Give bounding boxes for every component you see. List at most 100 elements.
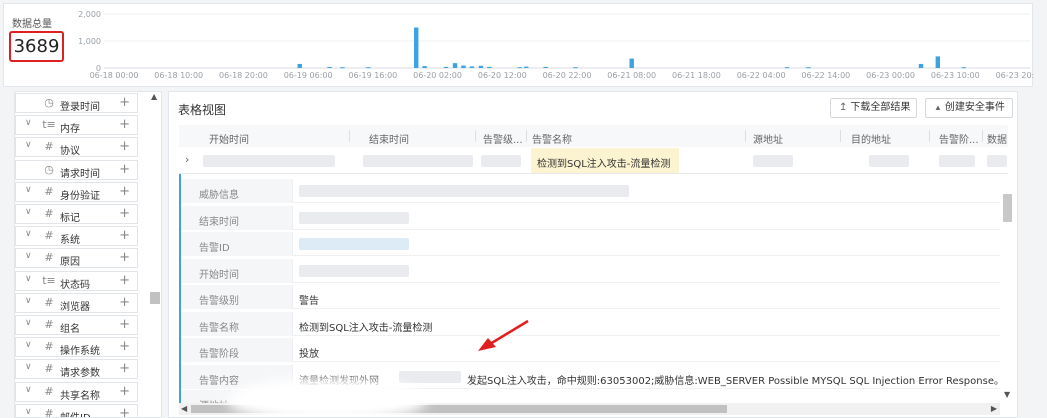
field-list-item[interactable]: ∨ # 操作系统 +: [15, 337, 138, 358]
field-list-item[interactable]: ◷ 登录时间 +: [15, 93, 138, 113]
chevron-down-icon[interactable]: ∨: [25, 207, 32, 217]
chevron-down-icon[interactable]: ∨: [25, 318, 32, 328]
col-header-data[interactable]: 数据: [987, 131, 1007, 146]
field-name: 请求参数: [60, 368, 100, 380]
add-field-icon[interactable]: +: [119, 184, 130, 199]
field-list-item[interactable]: ∨ # 原因 +: [15, 248, 138, 269]
add-field-icon[interactable]: +: [119, 228, 130, 243]
histogram-bar[interactable]: [422, 66, 427, 68]
scroll-right-icon[interactable]: ▶: [991, 404, 997, 413]
scrollbar-thumb[interactable]: [150, 292, 160, 304]
chevron-down-icon[interactable]: ∨: [25, 140, 32, 150]
y-tick-label: 1,000: [78, 37, 101, 46]
col-header-alert-name[interactable]: 告警名称: [532, 131, 572, 146]
add-field-icon[interactable]: +: [119, 384, 130, 399]
add-field-icon[interactable]: +: [119, 95, 130, 110]
detail-value-continued: 发起SQL注入攻击，命中规则:63053002;威胁信息:WEB_SERVER …: [467, 376, 1000, 387]
field-list-item[interactable]: ∨ # 协议 +: [15, 137, 138, 158]
add-field-icon[interactable]: +: [119, 139, 130, 154]
add-field-icon[interactable]: +: [119, 250, 130, 265]
field-list-item[interactable]: ◷ 请求时间 +: [15, 159, 138, 180]
chevron-down-icon[interactable]: ∨: [25, 340, 32, 350]
histogram-bar[interactable]: [918, 63, 924, 68]
histogram-bar[interactable]: [297, 63, 302, 68]
x-tick-label: 06-21 08:00: [607, 71, 656, 80]
col-header-alert-level[interactable]: 告警级...: [483, 131, 523, 146]
col-divider: [475, 130, 476, 142]
scroll-left-icon[interactable]: ◀: [181, 404, 187, 413]
x-tick-label: 06-22 14:00: [801, 71, 850, 80]
add-field-icon[interactable]: +: [119, 317, 130, 332]
col-header-alert-stage[interactable]: 告警阶...: [939, 131, 979, 146]
field-list-item[interactable]: ∨ t≡ 内存 +: [15, 115, 138, 136]
histogram-bar[interactable]: [935, 56, 941, 68]
field-list-item[interactable]: ∨ # 请求参数 +: [15, 359, 138, 380]
field-name: 标记: [60, 213, 80, 224]
field-list-item[interactable]: ∨ # 共享名称 +: [15, 381, 138, 402]
detail-label: 开始时间: [181, 259, 293, 283]
histogram-bar[interactable]: [806, 67, 811, 69]
field-list-item[interactable]: ∨ # 系统 +: [15, 226, 138, 247]
detail-vertical-scrollbar[interactable]: ▼: [1000, 174, 1014, 404]
col-header-source-address[interactable]: 源地址: [753, 131, 783, 146]
x-tick-label: 06-20 22:00: [543, 71, 592, 80]
histogram-bar[interactable]: [469, 66, 475, 68]
histogram-bar[interactable]: [340, 67, 345, 69]
detail-label: 告警级别: [181, 285, 293, 309]
text-type-icon: t≡: [42, 273, 56, 287]
add-field-icon[interactable]: +: [119, 361, 130, 376]
histogram-bar[interactable]: [517, 67, 522, 69]
histogram-bar[interactable]: [573, 67, 578, 69]
add-field-icon[interactable]: +: [119, 273, 130, 288]
histogram-bar[interactable]: [961, 67, 966, 69]
add-field-icon[interactable]: +: [119, 162, 130, 177]
histogram-bar[interactable]: [327, 66, 332, 68]
chevron-down-icon[interactable]: ∨: [25, 229, 32, 239]
histogram-bar[interactable]: [524, 66, 529, 68]
detail-row: 威胁信息: [181, 179, 1000, 203]
field-list-item[interactable]: ∨ # 身份验证 +: [15, 181, 138, 202]
col-header-start-time[interactable]: 开始时间: [209, 131, 249, 146]
chevron-down-icon[interactable]: ∨: [25, 296, 32, 306]
histogram-bar[interactable]: [629, 58, 634, 68]
field-list-item[interactable]: ∨ # 邮件ID +: [15, 403, 138, 417]
add-field-icon[interactable]: +: [119, 339, 130, 354]
add-field-icon[interactable]: +: [119, 406, 130, 417]
histogram-bar[interactable]: [543, 66, 548, 68]
field-list-scrollbar[interactable]: ▲: [148, 92, 161, 417]
chevron-down-icon[interactable]: ∨: [25, 385, 32, 395]
chevron-down-icon[interactable]: ∨: [25, 185, 32, 195]
chevron-down-icon[interactable]: ∨: [25, 362, 32, 372]
field-list-item[interactable]: ∨ # 组名 +: [15, 315, 138, 335]
col-header-end-time[interactable]: 结束时间: [369, 131, 409, 146]
download-all-results-button[interactable]: ↥ 下载全部结果: [830, 98, 917, 118]
collapse-row-icon[interactable]: ›: [185, 153, 189, 166]
histogram-bar[interactable]: [452, 63, 458, 68]
table-row[interactable]: › 检测到SQL注入攻击-流量检测: [179, 148, 1008, 174]
redacted-value: [399, 371, 461, 383]
histogram-bar[interactable]: [443, 66, 449, 68]
histogram-bar[interactable]: [414, 27, 419, 69]
col-header-destination-address[interactable]: 目的地址: [851, 131, 891, 146]
create-security-event-button[interactable]: ▲ 创建安全事件: [925, 98, 1013, 118]
chevron-down-icon[interactable]: ∨: [25, 118, 32, 128]
histogram-bar[interactable]: [784, 67, 790, 69]
field-list-item[interactable]: ∨ # 标记 +: [15, 204, 138, 224]
x-tick-label: 06-23 20:00: [996, 71, 1034, 80]
histogram-bar[interactable]: [487, 66, 492, 68]
add-field-icon[interactable]: +: [119, 206, 130, 221]
add-field-icon[interactable]: +: [119, 117, 130, 132]
histogram-bar[interactable]: [478, 65, 484, 68]
scroll-down-icon[interactable]: ▼: [1004, 390, 1010, 399]
col-divider: [745, 130, 746, 142]
field-list-item[interactable]: ∨ # 浏览器 +: [15, 292, 138, 313]
chevron-down-icon[interactable]: ∨: [25, 251, 32, 261]
chevron-down-icon[interactable]: ∨: [25, 274, 32, 284]
field-list-item[interactable]: ∨ t≡ 状态码 +: [15, 270, 138, 291]
scroll-up-icon[interactable]: ▲: [151, 92, 157, 101]
histogram-bar[interactable]: [461, 65, 466, 68]
scrollbar-thumb[interactable]: [1003, 194, 1012, 222]
chevron-down-icon[interactable]: ∨: [25, 407, 32, 417]
histogram-bar[interactable]: [366, 67, 371, 69]
add-field-icon[interactable]: +: [119, 295, 130, 310]
